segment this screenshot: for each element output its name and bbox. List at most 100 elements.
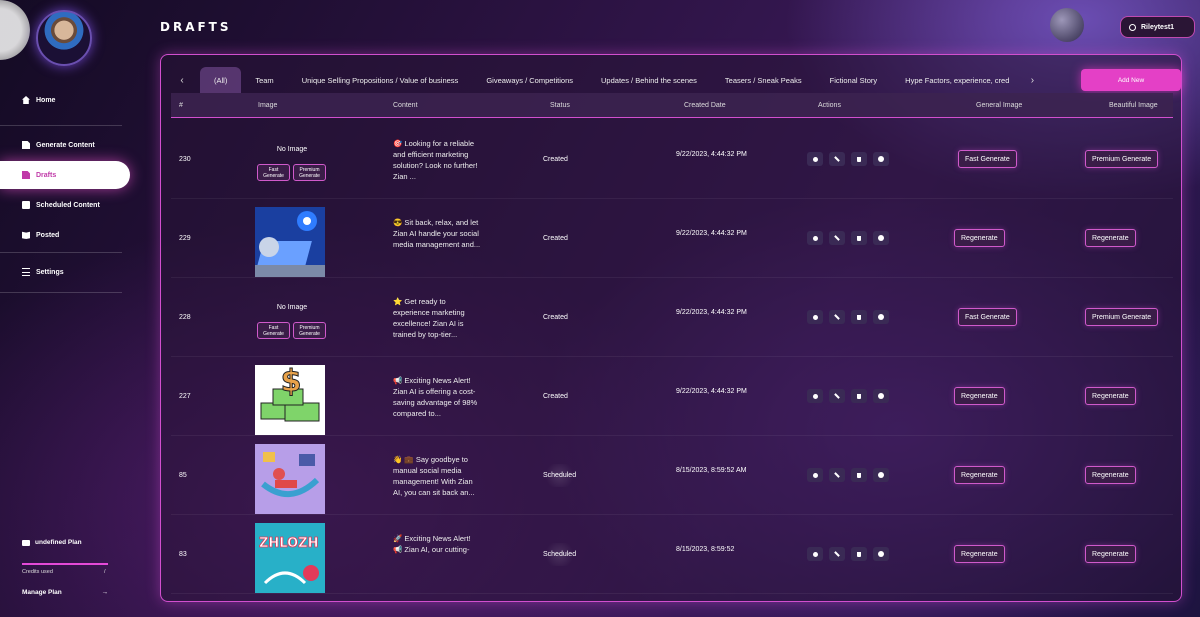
sidebar-item-generate-content[interactable]: Generate Content [0, 131, 130, 159]
sidebar-item-label: Settings [36, 268, 64, 276]
delete-icon[interactable] [851, 547, 867, 561]
view-icon[interactable] [807, 468, 823, 482]
fast-generate-small-button[interactable]: Fast Generate [257, 322, 290, 339]
drafts-table: # Image Content Status Created Date Acti… [171, 93, 1173, 599]
view-icon[interactable] [807, 152, 823, 166]
table-row: 85 👋 💼 Say goodbye to manual social medi… [171, 436, 1173, 515]
drafts-icon [22, 171, 30, 179]
row-id: 227 [179, 393, 191, 400]
schedule-icon[interactable] [873, 310, 889, 324]
general-image-button[interactable]: Fast Generate [958, 308, 1017, 326]
created-date: 9/22/2023, 4:44:32 PM [676, 309, 747, 316]
view-icon[interactable] [807, 389, 823, 403]
settings-icon [22, 268, 30, 276]
sidebar-item-posted[interactable]: Posted [0, 221, 130, 249]
manage-plan-link[interactable]: Manage Plan → [22, 589, 108, 596]
delete-icon[interactable] [851, 468, 867, 482]
edit-icon[interactable] [829, 231, 845, 245]
general-image-button[interactable]: Regenerate [954, 229, 1005, 247]
table-row: 230 No Image Fast Generate Premium Gener… [171, 120, 1173, 199]
svg-text:$: $ [281, 365, 302, 399]
schedule-icon[interactable] [873, 468, 889, 482]
sidebar-item-drafts[interactable]: Drafts [0, 161, 130, 189]
tab-all[interactable]: (All) [200, 67, 242, 93]
planet-decoration [1050, 8, 1084, 42]
schedule-icon[interactable] [873, 547, 889, 561]
row-id: 229 [179, 235, 191, 242]
content-preview: 😎 Sit back, relax, and let Zian AI handl… [393, 218, 481, 249]
status-badge: Scheduled [543, 464, 577, 487]
status-badge: Created [543, 393, 568, 400]
edit-icon[interactable] [829, 468, 845, 482]
document-icon [22, 141, 30, 149]
view-icon[interactable] [807, 310, 823, 324]
sidebar-item-scheduled-content[interactable]: Scheduled Content [0, 191, 130, 219]
content-preview: ⭐ Get ready to experience marketing exce… [393, 297, 465, 339]
tab-giveaways[interactable]: Giveaways / Competitions [472, 67, 587, 93]
general-image-button[interactable]: Regenerate [954, 466, 1005, 484]
row-actions [807, 152, 889, 166]
sidebar-item-label: Drafts [36, 171, 57, 179]
edit-icon[interactable] [829, 389, 845, 403]
general-image-button[interactable]: Regenerate [954, 545, 1005, 563]
edit-icon[interactable] [829, 152, 845, 166]
user-menu-button[interactable]: Rileytest1 [1120, 16, 1195, 38]
status-badge: Created [543, 156, 568, 163]
general-image-button[interactable]: Regenerate [954, 387, 1005, 405]
created-date: 9/22/2023, 4:44:32 PM [676, 230, 747, 237]
delete-icon[interactable] [851, 231, 867, 245]
premium-generate-small-button[interactable]: Premium Generate [293, 164, 326, 181]
beautiful-image-button[interactable]: Regenerate [1085, 545, 1136, 563]
sidebar-item-home[interactable]: Home [0, 86, 130, 114]
schedule-icon[interactable] [873, 152, 889, 166]
tab-updates[interactable]: Updates / Behind the scenes [587, 67, 711, 93]
table-header: # Image Content Status Created Date Acti… [171, 93, 1173, 118]
avatar[interactable] [36, 10, 92, 66]
divider [0, 252, 122, 253]
image-cell: No Image Fast Generate Premium Generate [255, 286, 327, 356]
tab-team[interactable]: Team [241, 67, 287, 93]
premium-generate-small-button[interactable]: Premium Generate [293, 322, 326, 339]
schedule-icon[interactable] [873, 389, 889, 403]
tab-teasers[interactable]: Teasers / Sneak Peaks [711, 67, 816, 93]
view-icon[interactable] [807, 231, 823, 245]
column-header: Content [393, 102, 418, 109]
schedule-icon[interactable] [873, 231, 889, 245]
delete-icon[interactable] [851, 310, 867, 324]
category-tabs: ‹ (All) Team Unique Selling Propositions… [173, 67, 1041, 93]
table-row: 227 $ 📢 Exciting News Alert! Zian AI is … [171, 357, 1173, 436]
content-preview: 🎯 Looking for a reliable and efficient m… [393, 139, 478, 181]
fast-generate-small-button[interactable]: Fast Generate [257, 164, 290, 181]
column-header: Status [550, 102, 570, 109]
credits-label: Credits used [22, 569, 53, 575]
delete-icon[interactable] [851, 389, 867, 403]
beautiful-image-button[interactable]: Premium Generate [1085, 308, 1159, 326]
status-badge: Scheduled [543, 543, 577, 566]
column-header: # [179, 102, 183, 109]
beautiful-image-button[interactable]: Regenerate [1085, 387, 1136, 405]
add-new-button[interactable]: Add New [1081, 69, 1181, 91]
beautiful-image-button[interactable]: Premium Generate [1085, 150, 1159, 168]
beautiful-image-button[interactable]: Regenerate [1085, 229, 1136, 247]
book-icon [22, 231, 30, 239]
tab-hype-factors[interactable]: Hype Factors, experience, cred [891, 67, 1023, 93]
view-icon[interactable] [807, 547, 823, 561]
column-header: Actions [818, 102, 841, 109]
sidebar-item-settings[interactable]: Settings [0, 258, 130, 286]
chevron-right-icon[interactable]: › [1023, 75, 1041, 86]
sidebar-item-label: Home [36, 96, 56, 104]
beautiful-image-button[interactable]: Regenerate [1085, 466, 1136, 484]
delete-icon[interactable] [851, 152, 867, 166]
username: Rileytest1 [1141, 23, 1175, 31]
status-badge: Created [543, 235, 568, 242]
edit-icon[interactable] [829, 547, 845, 561]
created-date: 8/15/2023, 8:59:52 AM [676, 467, 747, 474]
column-header: Created Date [684, 102, 726, 109]
edit-icon[interactable] [829, 310, 845, 324]
image-cell [255, 444, 327, 514]
sidebar-item-label: Scheduled Content [36, 201, 100, 209]
chevron-left-icon[interactable]: ‹ [173, 75, 191, 86]
general-image-button[interactable]: Fast Generate [958, 150, 1017, 168]
tab-usp[interactable]: Unique Selling Propositions / Value of b… [288, 67, 473, 93]
tab-fictional-story[interactable]: Fictional Story [816, 67, 892, 93]
